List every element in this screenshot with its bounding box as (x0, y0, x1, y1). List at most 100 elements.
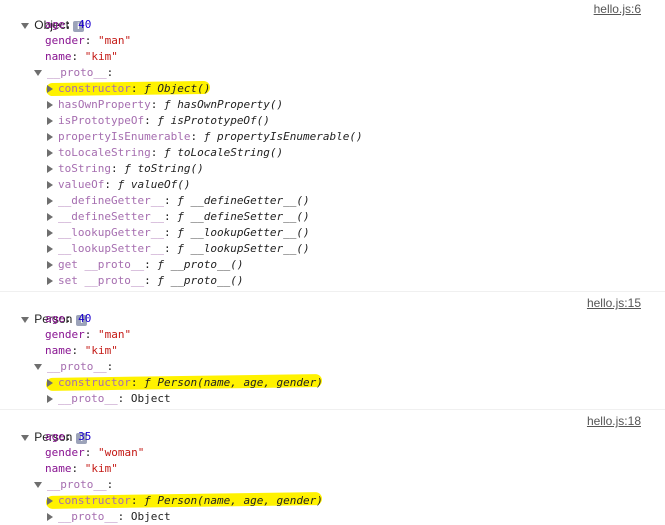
proto-item[interactable]: get __proto__: ƒ __proto__() (47, 257, 243, 273)
triangle-right-icon[interactable] (47, 117, 53, 125)
proto-item-value: ƒ __defineSetter__() (177, 210, 310, 223)
proto-item[interactable]: __lookupGetter__: ƒ __lookupGetter__() (47, 225, 310, 241)
triangle-right-icon[interactable] (47, 245, 53, 253)
proto-item-key: toLocaleString (58, 146, 151, 159)
proto-item[interactable]: valueOf: ƒ valueOf() (47, 177, 190, 193)
triangle-right-icon[interactable] (47, 165, 53, 173)
proto-item[interactable]: __lookupSetter__: ƒ __lookupSetter__() (47, 241, 310, 257)
proto-item-key: get __proto__ (58, 258, 145, 271)
triangle-right-icon[interactable] (47, 181, 53, 189)
separator: : (106, 66, 114, 79)
proto-item[interactable]: toString: ƒ toString() (47, 161, 204, 177)
proto-item[interactable]: __defineSetter__: ƒ __defineSetter__() (47, 209, 310, 225)
object-header[interactable]: Person i (8, 413, 88, 444)
proto-row[interactable]: __proto__: (34, 359, 113, 375)
proto-item[interactable]: constructor: ƒ Person(name, age, gender) (47, 375, 323, 391)
separator: : (163, 210, 178, 223)
proto-item-value: ƒ Person(name, age, gender) (144, 376, 323, 389)
separator: : (163, 242, 178, 255)
triangle-down-icon[interactable] (34, 364, 42, 370)
triangle-down-icon[interactable] (34, 70, 42, 76)
property-value: "woman" (98, 446, 145, 459)
proto-row[interactable]: __proto__: (34, 477, 113, 493)
proto-item[interactable]: set __proto__: ƒ __proto__() (47, 273, 243, 289)
proto-item[interactable]: constructor: ƒ Person(name, age, gender) (47, 493, 323, 509)
property-value: "man" (98, 34, 132, 47)
triangle-right-icon[interactable] (47, 497, 53, 505)
proto-item-value: ƒ propertyIsEnumerable() (203, 130, 363, 143)
proto-item-key: set __proto__ (58, 274, 145, 287)
triangle-right-icon[interactable] (47, 261, 53, 269)
separator: : (117, 510, 131, 523)
proto-item-key: toString (58, 162, 111, 175)
separator: : (84, 34, 98, 47)
property-key: age (45, 18, 65, 31)
proto-item-value: ƒ hasOwnProperty() (163, 98, 284, 111)
proto-row[interactable]: __proto__: (34, 65, 113, 81)
triangle-right-icon[interactable] (47, 85, 53, 93)
separator: : (64, 312, 79, 325)
triangle-right-icon[interactable] (47, 379, 53, 387)
separator: : (150, 98, 164, 111)
proto-item[interactable]: __proto__: Object (47, 391, 171, 407)
proto-item-value: ƒ Person(name, age, gender) (144, 494, 323, 507)
property-row: gender: "man" (45, 33, 131, 49)
triangle-down-icon[interactable] (21, 435, 30, 441)
proto-item-value: ƒ __defineGetter__() (177, 194, 310, 207)
property-key: gender (45, 34, 85, 47)
source-link[interactable]: hello.js:18 (587, 414, 641, 428)
triangle-right-icon[interactable] (47, 277, 53, 285)
property-key: age (45, 312, 65, 325)
separator: : (163, 226, 178, 239)
proto-item[interactable]: isPrototypeOf: ƒ isPrototypeOf() (47, 113, 270, 129)
property-value: "kim" (84, 462, 118, 475)
proto-item-value: ƒ toLocaleString() (163, 146, 284, 159)
triangle-right-icon[interactable] (47, 395, 53, 403)
proto-item-value: ƒ __proto__() (157, 258, 244, 271)
triangle-right-icon[interactable] (47, 513, 53, 521)
separator: : (190, 130, 204, 143)
property-row: gender: "man" (45, 327, 131, 343)
separator: : (144, 274, 158, 287)
proto-item[interactable]: __defineGetter__: ƒ __defineGetter__() (47, 193, 310, 209)
triangle-right-icon[interactable] (47, 213, 53, 221)
triangle-right-icon[interactable] (47, 149, 53, 157)
proto-item-value: ƒ toString() (124, 162, 204, 175)
triangle-down-icon[interactable] (21, 317, 30, 323)
proto-item-value: ƒ __lookupGetter__() (177, 226, 310, 239)
source-link[interactable]: hello.js:6 (594, 2, 641, 16)
proto-item-key: valueOf (58, 178, 105, 191)
separator: : (84, 328, 98, 341)
property-key: name (45, 462, 72, 475)
object-header[interactable]: Person i (8, 295, 88, 326)
proto-item-value: ƒ __proto__() (157, 274, 244, 287)
proto-item[interactable]: toLocaleString: ƒ toLocaleString() (47, 145, 283, 161)
separator: : (71, 462, 85, 475)
separator: : (130, 82, 145, 95)
property-key: name (45, 50, 72, 63)
triangle-right-icon[interactable] (47, 133, 53, 141)
property-row: gender: "woman" (45, 445, 144, 461)
separator: : (64, 18, 79, 31)
separator: : (71, 344, 85, 357)
triangle-down-icon[interactable] (21, 23, 30, 29)
proto-item-key: __lookupSetter__ (58, 242, 164, 255)
property-value: 40 (78, 18, 92, 31)
object-header[interactable]: Object i (8, 1, 84, 32)
triangle-right-icon[interactable] (47, 197, 53, 205)
triangle-down-icon[interactable] (34, 482, 42, 488)
proto-item[interactable]: propertyIsEnumerable: ƒ propertyIsEnumer… (47, 129, 363, 145)
separator: : (110, 162, 125, 175)
separator: : (144, 114, 158, 127)
triangle-right-icon[interactable] (47, 229, 53, 237)
proto-key: __proto__ (47, 66, 107, 79)
proto-item[interactable]: hasOwnProperty: ƒ hasOwnProperty() (47, 97, 283, 113)
proto-key: __proto__ (47, 478, 107, 491)
property-row: name: "kim" (45, 343, 118, 359)
source-link[interactable]: hello.js:15 (587, 296, 641, 310)
proto-item-key: constructor (58, 494, 131, 507)
proto-item-value: Object (130, 392, 171, 405)
proto-item[interactable]: constructor: ƒ Object() (47, 81, 210, 97)
property-row: age: 40 (45, 17, 91, 33)
triangle-right-icon[interactable] (47, 101, 53, 109)
